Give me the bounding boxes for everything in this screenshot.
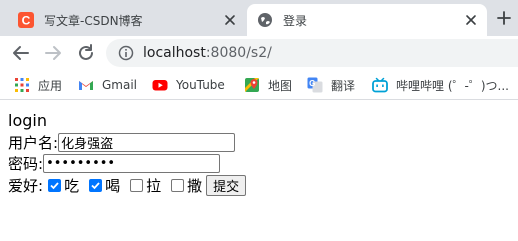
checkmark-icon — [91, 182, 100, 190]
back-arrow-icon[interactable] — [10, 42, 32, 64]
tab-title: 登录 — [283, 14, 308, 28]
reload-icon[interactable] — [75, 42, 97, 64]
tab-strip: C 写文章-CSDN博客 登录 — [0, 0, 518, 36]
bookmark-label: 哔哩哔哩 (゜-゜)つ... — [396, 78, 509, 93]
info-icon[interactable] — [118, 45, 134, 61]
hobby-pull-checkbox[interactable] — [130, 179, 144, 192]
csdn-favicon-icon: C — [18, 12, 34, 28]
tab-login[interactable]: 登录 — [247, 4, 487, 36]
gmail-icon — [79, 81, 93, 90]
youtube-icon — [152, 80, 168, 91]
password-row: 密码: — [8, 153, 508, 174]
globe-icon — [258, 13, 272, 27]
svg-text:G: G — [309, 79, 315, 88]
bookmark-label: YouTube — [176, 78, 225, 92]
page-heading: login — [8, 111, 47, 130]
bookmark-label: Gmail — [102, 78, 138, 92]
toolbar: localhost:8080/s2/ — [0, 36, 518, 70]
hobby-drink-checkbox[interactable] — [89, 179, 103, 192]
apps-grid-icon — [15, 78, 29, 92]
translate-icon: G — [307, 77, 323, 93]
username-input[interactable] — [58, 133, 236, 152]
close-tab-icon[interactable] — [222, 12, 238, 28]
hobby-sprinkle-label: 撒 — [187, 177, 203, 195]
bookmark-label: 翻译 — [331, 78, 356, 93]
hobby-row: 爱好: 吃 喝 拉 撒 提交 — [8, 175, 508, 196]
tab-csdn[interactable]: C 写文章-CSDN博客 — [8, 4, 246, 36]
hobby-pull-label: 拉 — [146, 177, 162, 195]
hobby-label: 爱好: — [8, 177, 44, 195]
bilibili-icon — [372, 77, 388, 93]
submit-button[interactable]: 提交 — [206, 175, 247, 196]
close-tab-icon[interactable] — [463, 12, 479, 28]
tab-title: 写文章-CSDN博客 — [44, 14, 143, 28]
login-page: login 用户名: 密码: 爱好: 吃 喝 拉 撒 提交 — [8, 111, 508, 196]
password-input[interactable] — [43, 154, 221, 173]
username-label: 用户名: — [8, 134, 59, 152]
bookmark-maps[interactable]: 地图 — [244, 76, 292, 94]
bookmark-apps[interactable]: 应用 — [14, 76, 62, 94]
bookmark-youtube[interactable]: YouTube — [152, 76, 225, 94]
username-row: 用户名: — [8, 132, 508, 153]
forward-arrow-icon[interactable] — [42, 42, 64, 64]
new-tab-icon[interactable] — [495, 9, 513, 27]
bookmark-label: 应用 — [38, 78, 63, 93]
bookmark-gmail[interactable]: Gmail — [78, 76, 137, 94]
hobby-eat-label: 吃 — [64, 177, 80, 195]
hobby-drink-label: 喝 — [105, 177, 121, 195]
bookmark-translate[interactable]: G 翻译 — [307, 76, 355, 94]
password-label: 密码: — [8, 155, 44, 173]
hobby-eat-checkbox[interactable] — [48, 179, 62, 192]
address-bar[interactable]: localhost:8080/s2/ — [106, 39, 518, 67]
url-path: :8080/s2/ — [205, 45, 272, 61]
bookmark-label: 地图 — [268, 78, 293, 93]
checkmark-icon — [50, 182, 59, 190]
bookmark-bilibili[interactable]: 哔哩哔哩 (゜-゜)つ... — [372, 76, 509, 94]
hobby-sprinkle-checkbox[interactable] — [171, 179, 185, 192]
url-host: localhost — [143, 45, 206, 61]
maps-icon — [245, 78, 259, 92]
svg-text:C: C — [22, 14, 31, 28]
bookmarks-bar: 应用 Gmail YouTube 地图 G 翻译 哔哩哔哩 (゜-゜)つ... — [0, 70, 518, 100]
url-text[interactable]: localhost:8080/s2/ — [143, 44, 272, 62]
